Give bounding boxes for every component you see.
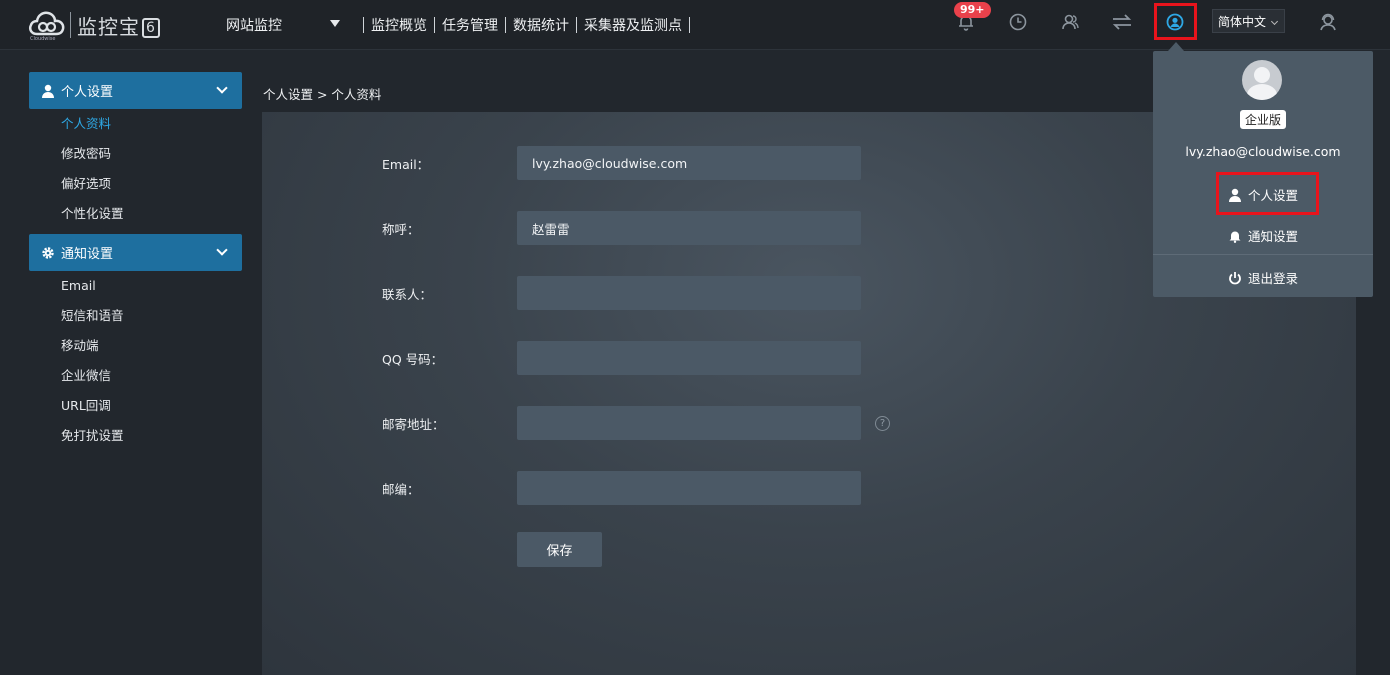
chevron-down-icon[interactable] xyxy=(216,244,228,256)
save-button[interactable]: 保存 xyxy=(517,532,602,567)
cloud-logo-icon: Cloudwise xyxy=(28,8,66,42)
logo-version: 6 xyxy=(142,17,160,38)
nav-separator xyxy=(363,17,364,33)
sidebar: 个人设置 个人资料 修改密码 偏好选项 个性化设置 通知设置 Email 短信和… xyxy=(29,72,242,455)
notification-badge[interactable]: 99+ xyxy=(954,2,991,18)
menu-item-label: 通知设置 xyxy=(1247,229,1298,244)
qq-field[interactable] xyxy=(517,341,861,375)
nav-data-statistics[interactable]: 数据统计 xyxy=(513,15,569,35)
sidebar-item-url-callback[interactable]: URL回调 xyxy=(29,391,242,421)
switch-icon[interactable] xyxy=(1111,12,1132,32)
menu-item-logout[interactable]: 退出登录 xyxy=(1153,268,1373,287)
sidebar-item-profile[interactable]: 个人资料 xyxy=(29,109,242,139)
sidebar-group-title: 通知设置 xyxy=(61,247,114,262)
logo-subtitle: Cloudwise xyxy=(30,36,56,42)
form-row-contact: 联系人： xyxy=(262,276,962,310)
email-field[interactable] xyxy=(517,146,861,180)
nav-separator xyxy=(689,17,690,33)
nav-task-management[interactable]: 任务管理 xyxy=(442,15,498,35)
contacts-icon[interactable] xyxy=(1060,12,1080,32)
nav-collectors[interactable]: 采集器及监测点 xyxy=(584,15,682,35)
menu-item-label: 个人设置 xyxy=(1247,188,1298,203)
nav-overview[interactable]: 监控概览 xyxy=(371,15,427,35)
user-menu-dropdown: 企业版 lvy.zhao@cloudwise.com 个人设置 通知设置 退出登… xyxy=(1153,51,1373,297)
app-logo[interactable]: Cloudwise 监控宝 6 xyxy=(28,8,160,42)
sidebar-item-sms-voice[interactable]: 短信和语音 xyxy=(29,301,242,331)
form-row-postcode: 邮编： xyxy=(262,471,962,505)
site-monitor-menu[interactable]: 网站监控 xyxy=(226,15,282,35)
sidebar-item-change-password[interactable]: 修改密码 xyxy=(29,139,242,169)
nav-separator xyxy=(505,17,506,33)
sidebar-item-wecom[interactable]: 企业微信 xyxy=(29,361,242,391)
email-label: Email： xyxy=(382,157,430,172)
menu-divider xyxy=(1153,254,1373,255)
form-row-qq: QQ 号码： xyxy=(262,341,962,375)
contact-label: 联系人： xyxy=(382,287,433,302)
avatar xyxy=(1242,60,1282,100)
postcode-label: 邮编： xyxy=(382,482,420,497)
menu-item-label: 退出登录 xyxy=(1247,271,1298,286)
address-field[interactable] xyxy=(517,406,861,440)
help-icon[interactable]: ? xyxy=(875,416,890,431)
power-icon xyxy=(1229,271,1241,284)
caret-down-icon[interactable] xyxy=(330,20,340,27)
nickname-label: 称呼： xyxy=(382,222,420,237)
sidebar-item-email[interactable]: Email xyxy=(29,271,242,301)
sidebar-item-personalization[interactable]: 个性化设置 xyxy=(29,199,242,229)
sidebar-item-mobile[interactable]: 移动端 xyxy=(29,331,242,361)
gear-icon xyxy=(42,246,54,259)
chevron-down-icon[interactable] xyxy=(216,82,228,94)
user-icon xyxy=(42,84,54,98)
user-icon xyxy=(1228,188,1241,202)
contact-field[interactable] xyxy=(517,276,861,310)
nickname-field[interactable] xyxy=(517,211,861,245)
user-button-highlight[interactable] xyxy=(1154,3,1197,40)
qq-label: QQ 号码： xyxy=(382,352,444,367)
postcode-field[interactable] xyxy=(517,471,861,505)
form-row-email: Email： xyxy=(262,146,962,180)
address-label: 邮寄地址： xyxy=(382,417,445,432)
main-nav: 监控概览 任务管理 数据统计 采集器及监测点 xyxy=(356,15,697,35)
form-row-nickname: 称呼： xyxy=(262,211,962,245)
logo-text: 监控宝 6 xyxy=(77,11,160,40)
support-icon[interactable] xyxy=(1318,12,1338,32)
nav-separator xyxy=(576,17,577,33)
dropdown-arrow xyxy=(1168,42,1184,51)
breadcrumb: 个人设置 > 个人资料 xyxy=(263,87,382,102)
logo-divider xyxy=(70,12,71,38)
user-email: lvy.zhao@cloudwise.com xyxy=(1185,144,1341,159)
sidebar-list-personal: 个人资料 修改密码 偏好选项 个性化设置 xyxy=(29,109,242,233)
sidebar-group-title: 个人设置 xyxy=(61,85,114,100)
sidebar-group-notification[interactable]: 通知设置 xyxy=(29,234,242,271)
form-row-address: 邮寄地址： ? xyxy=(262,406,962,440)
sidebar-item-do-not-disturb[interactable]: 免打扰设置 xyxy=(29,421,242,451)
sidebar-item-preferences[interactable]: 偏好选项 xyxy=(29,169,242,199)
edition-badge: 企业版 xyxy=(1240,110,1287,129)
nav-separator xyxy=(434,17,435,33)
sidebar-list-notification: Email 短信和语音 移动端 企业微信 URL回调 免打扰设置 xyxy=(29,271,242,455)
menu-item-notification-settings[interactable]: 通知设置 xyxy=(1153,226,1373,245)
bell-icon xyxy=(1229,231,1241,243)
clock-icon[interactable] xyxy=(1008,12,1028,32)
sidebar-group-personal[interactable]: 个人设置 xyxy=(29,72,242,109)
menu-item-personal-settings[interactable]: 个人设置 xyxy=(1153,185,1373,204)
